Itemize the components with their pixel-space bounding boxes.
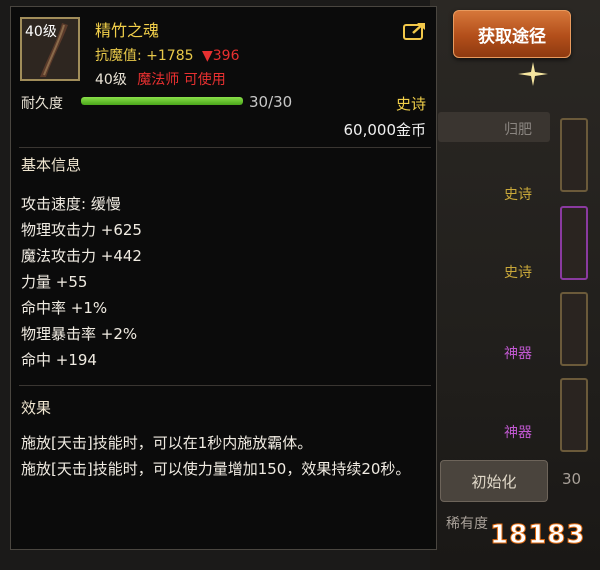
inventory-slot[interactable] [560,378,588,452]
divider [19,147,431,148]
stat-line: 物理暴击率 +2% [21,325,138,343]
share-icon[interactable] [403,21,427,41]
price-label: 60,000金币 [343,121,427,139]
rarity-label-epic: 史诗 [504,187,532,203]
effect-line: 施放[天击]技能时，可以在1秒内施放霸体。 [21,434,313,452]
inventory-slot[interactable] [560,118,588,192]
initialize-button[interactable]: 初始化 [440,460,548,502]
durability-bar [81,97,243,105]
sparkle-icon [518,62,548,86]
magic-defense-label: 抗魔值: [95,48,142,64]
item-name: 精竹之魂 [95,21,160,40]
stat-line: 命中 +194 [21,351,97,369]
stat-line: 力量 +55 [21,273,88,291]
stat-line: 魔法攻击力 +442 [21,247,142,265]
section-title-effect: 效果 [21,399,52,417]
inventory-slot[interactable] [560,206,588,280]
acquire-method-button[interactable]: 获取途径 [453,10,571,58]
partial-number: 30 [562,470,582,488]
rarity-label: 史诗 [395,95,426,113]
section-title-basic-info: 基本信息 [21,156,82,174]
effect-line: 施放[天击]技能时，可以使力量增加150，效果持续20秒。 [21,460,411,478]
rarity-label-epic: 史诗 [504,265,532,281]
stat-line: 命中率 +1% [21,299,108,317]
rarity-label-artifact: 神器 [504,346,532,362]
durability-label: 耐久度 [21,96,63,112]
magic-defense-line: 抗魔值: +1785 ▼396 [95,45,239,65]
watermark-logo: 18183 [489,520,586,551]
magic-defense-diff: ▼396 [201,48,240,64]
item-icon: 40级 [20,17,80,81]
inventory-row-label: 归肥 [504,122,532,138]
rarity-label-artifact: 神器 [504,425,532,441]
magic-defense-value: +1785 [146,48,194,64]
durability-bar-fill [81,97,243,105]
requirement-line: 40级 魔法师 可使用 [95,69,226,89]
durability-value: 30/30 [249,93,293,111]
class-requirement: 魔法师 可使用 [137,72,226,88]
inventory-slot[interactable] [560,292,588,366]
divider [19,385,431,386]
rarity-sort-label: 稀有度 [446,516,488,532]
stat-line: 物理攻击力 +625 [21,221,142,239]
item-tooltip: 40级 精竹之魂 抗魔值: +1785 ▼396 40级 魔法师 可使用 耐久度… [10,6,437,550]
stat-line: 攻击速度: 缓慢 [21,195,121,213]
level-requirement: 40级 [95,72,127,88]
item-level-badge: 40级 [25,24,57,40]
